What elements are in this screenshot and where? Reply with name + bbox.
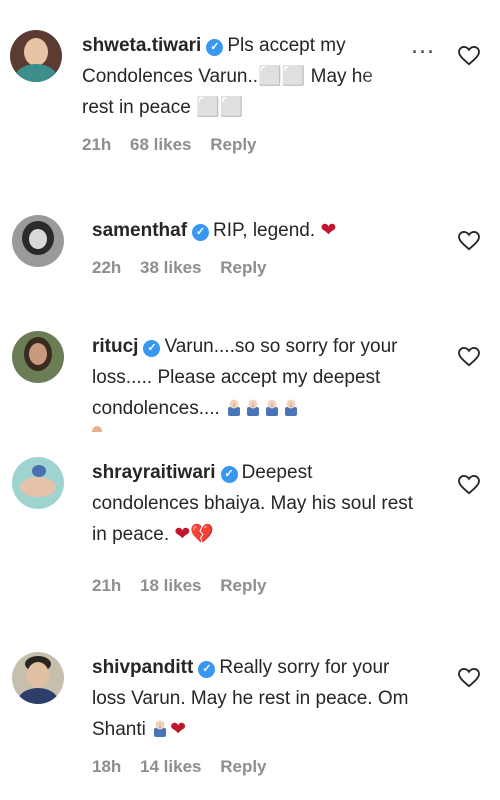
comment-time: 22h (92, 258, 122, 277)
avatar[interactable] (10, 30, 62, 82)
truncated-emoji-fragment (92, 426, 102, 432)
verified-badge-icon: ✓ (198, 661, 216, 678)
comment-time: 21h (92, 576, 122, 595)
comment-text-block: ritucj ✓ Varun....so so sorry for your los… (92, 331, 422, 424)
reply-button[interactable]: Reply (220, 576, 266, 595)
verified-badge-icon: ✓ (206, 39, 224, 56)
comment-item: samenthaf ✓ RIP, legend. ❤ 22h 38 likes Re… (0, 185, 500, 305)
verified-badge-icon: ✓ (143, 340, 161, 357)
folded-hands-emoji-icon (285, 399, 298, 416)
more-options-icon[interactable]: ··· (412, 42, 436, 63)
comment-text-block: shivpanditt ✓ Really sorry for your loss V… (92, 652, 412, 745)
likes-count[interactable]: 68 likes (130, 135, 191, 154)
comment-text-block: shrayraitiwari ✓ Deepest condolences bhaiy… (92, 457, 422, 550)
avatar[interactable] (12, 652, 64, 704)
username[interactable]: ritucj (92, 336, 138, 357)
comment-meta: 21h 18 likes Reply (92, 576, 440, 596)
comment-text-block: samenthaf ✓ RIP, legend. ❤ (92, 215, 440, 246)
folded-hands-emoji-icon (154, 720, 167, 737)
username[interactable]: shivpanditt (92, 657, 193, 678)
username[interactable]: shweta.tiwari (82, 35, 201, 56)
comment-time: 21h (82, 135, 112, 154)
comment-text-block: shweta.tiwari ✓ Pls accept my Condolences … (82, 30, 392, 123)
heart-emoji: ❤ (320, 220, 337, 241)
comment-item: ritucj ✓ Varun....so so sorry for your los… (0, 325, 500, 435)
comment-text: RIP, legend. (213, 220, 316, 241)
praying-emoji-group (220, 398, 301, 419)
comment-meta: 18h 14 likes Reply (92, 757, 440, 777)
reply-button[interactable]: Reply (220, 258, 266, 277)
verified-badge-icon: ✓ (192, 224, 210, 241)
avatar[interactable] (12, 457, 64, 509)
heart-icon[interactable] (458, 668, 480, 688)
comment-meta: 21h 68 likes Reply (82, 135, 440, 155)
comment-item: shrayraitiwari ✓ Deepest condolences bhaiy… (0, 455, 500, 630)
likes-count[interactable]: 18 likes (140, 576, 201, 595)
comment-time: 18h (92, 757, 122, 776)
verified-badge-icon: ✓ (220, 466, 238, 483)
heart-emoji: ❤💔 (174, 524, 214, 545)
likes-count[interactable]: 38 likes (140, 258, 201, 277)
avatar[interactable] (12, 331, 64, 383)
heart-icon[interactable] (458, 46, 480, 66)
likes-count[interactable]: 14 likes (140, 757, 201, 776)
heart-icon[interactable] (458, 475, 480, 495)
folded-hands-emoji-icon (228, 399, 241, 416)
folded-hands-emoji-icon (247, 399, 260, 416)
heart-icon[interactable] (458, 347, 480, 367)
comment-item: shivpanditt ✓ Really sorry for your loss V… (0, 650, 500, 800)
avatar[interactable] (12, 215, 64, 267)
heart-emoji: ❤ (170, 719, 187, 740)
text-fade-overlay (360, 63, 420, 93)
comment-meta: 22h 38 likes Reply (92, 258, 440, 278)
username[interactable]: shrayraitiwari (92, 462, 216, 483)
reply-button[interactable]: Reply (220, 757, 266, 776)
reply-button[interactable]: Reply (210, 135, 256, 154)
folded-hands-emoji-icon (266, 399, 279, 416)
comment-item: shweta.tiwari ✓ Pls accept my Condolences … (0, 0, 500, 180)
username[interactable]: samenthaf (92, 220, 187, 241)
heart-icon[interactable] (458, 231, 480, 251)
